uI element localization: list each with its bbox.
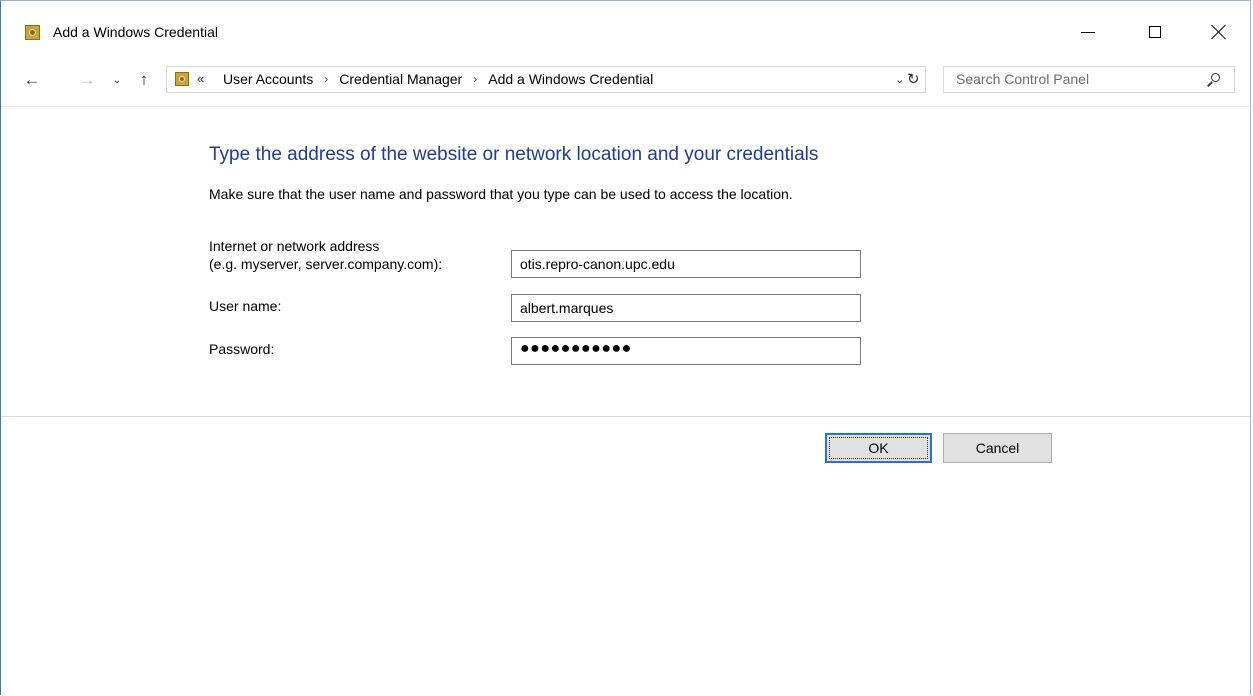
maximize-button[interactable] (1132, 15, 1178, 49)
breadcrumb-user-accounts[interactable]: User Accounts (223, 71, 313, 87)
breadcrumb-overflow-icon[interactable]: « (197, 71, 204, 86)
address-label: Internet or network address (e.g. myserv… (209, 237, 442, 273)
section-divider (1, 416, 1250, 417)
minimize-button[interactable] (1065, 15, 1111, 49)
password-field[interactable]: ●●●●●●●●●●● (511, 337, 861, 365)
forward-arrow-icon[interactable]: → (77, 67, 97, 93)
breadcrumb-add-windows-credential[interactable]: Add a Windows Credential (488, 71, 653, 87)
search-input[interactable]: Search Control Panel (943, 66, 1235, 93)
page-heading: Type the address of the website or netwo… (209, 144, 819, 165)
address-label-line1: Internet or network address (209, 238, 380, 254)
credential-window: Add a Windows Credential ← → ⌄ ↑ « User … (0, 0, 1251, 695)
control-panel-location-icon (175, 72, 189, 86)
close-icon (1211, 24, 1227, 40)
username-label: User name: (209, 298, 282, 314)
cancel-button-label: Cancel (975, 440, 1020, 456)
maximize-icon (1149, 26, 1161, 38)
search-placeholder: Search Control Panel (956, 71, 1090, 87)
address-label-line2: (e.g. myserver, server.company.com): (209, 256, 443, 272)
nav-divider (1, 106, 1250, 107)
refresh-icon[interactable]: ↻ (907, 70, 920, 88)
password-mask: ●●●●●●●●●●● (520, 340, 632, 357)
navigation-bar: ← → ⌄ ↑ « User Accounts › Credential Man… (1, 63, 1250, 97)
breadcrumb-credential-manager[interactable]: Credential Manager (339, 71, 462, 87)
title-bar: Add a Windows Credential (1, 1, 1250, 63)
breadcrumb-separator-icon[interactable]: › (473, 72, 477, 86)
username-field[interactable] (511, 294, 861, 322)
credential-manager-icon (25, 25, 40, 40)
instruction-text: Make sure that the user name and passwor… (209, 186, 793, 202)
search-icon[interactable] (1208, 73, 1222, 87)
cancel-button[interactable]: Cancel (943, 433, 1052, 463)
back-arrow-icon[interactable]: ← (21, 67, 43, 93)
network-address-field[interactable] (511, 250, 861, 278)
address-bar[interactable]: « User Accounts › Credential Manager › A… (166, 66, 926, 93)
ok-button[interactable]: OK (825, 433, 932, 463)
window-title: Add a Windows Credential (53, 24, 218, 40)
up-arrow-icon[interactable]: ↑ (133, 67, 155, 93)
breadcrumb: User Accounts › Credential Manager › Add… (223, 71, 653, 87)
recent-locations-chevron-icon[interactable]: ⌄ (109, 67, 125, 93)
minimize-icon (1081, 31, 1095, 33)
close-button[interactable] (1196, 15, 1242, 49)
address-dropdown-icon[interactable]: ⌄ (895, 73, 904, 86)
breadcrumb-separator-icon[interactable]: › (324, 72, 328, 86)
password-label: Password: (209, 341, 275, 357)
ok-button-label: OK (868, 440, 889, 456)
